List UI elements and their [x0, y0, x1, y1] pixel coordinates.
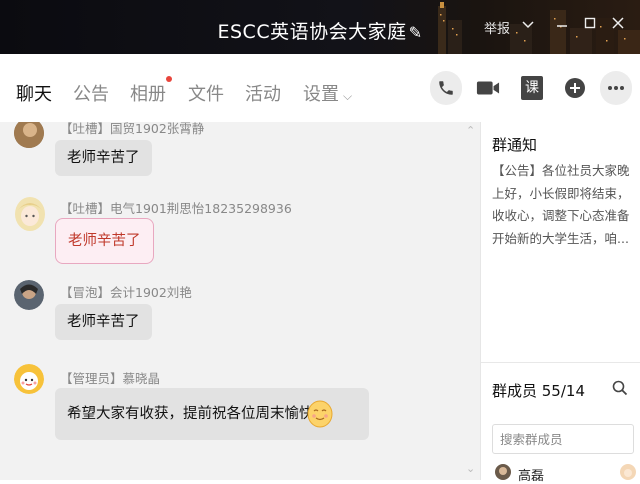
add-button[interactable] — [559, 71, 591, 105]
member-list-item[interactable]: 高磊 — [492, 462, 640, 484]
chevron-down-icon[interactable] — [518, 14, 538, 33]
lesson-label: 课 — [521, 76, 543, 100]
title-bar: ESCC英语协会大家庭 ✎ 举报 — [0, 0, 640, 54]
lesson-button[interactable]: 课 — [516, 71, 548, 105]
message-sender[interactable]: 【冒泡】会计1902刘艳 — [60, 282, 192, 301]
message-sender[interactable]: 【管理员】慕晓晶 — [60, 368, 160, 387]
tab-bar: 聊天 公告 相册 文件 活动 设置 ⌵ 课 — [0, 54, 640, 122]
avatar[interactable] — [14, 280, 44, 310]
tab-files[interactable]: 文件 — [188, 80, 224, 106]
side-panel: 群通知 【公告】各位社员大家晚上好，小长假即将结束，收收心，调整下心态准备开始新… — [480, 122, 640, 484]
message-bubble[interactable]: 老师辛苦了 — [55, 218, 154, 264]
report-button[interactable]: 举报 — [484, 18, 510, 37]
new-badge — [166, 76, 172, 82]
chat-message-list[interactable]: ⌃ 【吐槽】国贸1902张霄静 老师辛苦了 【吐槽】电气1901荆思怡18235… — [0, 122, 480, 480]
tab-settings[interactable]: 设置 ⌵ — [303, 80, 352, 106]
notice-tag: 【公告】 — [492, 163, 543, 178]
tab-settings-label: 设置 — [303, 84, 339, 105]
minimize-icon[interactable] — [552, 14, 572, 33]
group-notice[interactable]: 【公告】各位社员大家晚上好，小长假即将结束，收收心，调整下心态准备开始新的大学生… — [492, 160, 632, 250]
tab-activities[interactable]: 活动 — [245, 80, 281, 106]
phone-icon — [439, 81, 453, 95]
member-name: 高磊 — [518, 469, 545, 484]
members-count: 群成员 55/14 — [492, 382, 585, 400]
message-bubble[interactable]: 老师辛苦了 — [55, 140, 152, 176]
tab-album[interactable]: 相册 — [130, 76, 172, 106]
maximize-icon[interactable] — [580, 14, 600, 33]
tab-chat[interactable]: 聊天 — [16, 80, 52, 106]
plus-icon — [565, 78, 585, 98]
group-name: ESCC英语协会大家庭 — [217, 21, 407, 43]
tab-album-label: 相册 — [130, 84, 166, 105]
voice-call-button[interactable] — [430, 71, 462, 105]
more-button[interactable] — [600, 71, 632, 105]
message-text: 希望大家有收获，提前祝各位周末愉快! — [67, 406, 320, 422]
message-bubble[interactable]: 希望大家有收获，提前祝各位周末愉快! — [55, 388, 370, 440]
pen-icon: ✎ — [408, 23, 423, 42]
tab-announcement[interactable]: 公告 — [73, 80, 109, 106]
avatar[interactable] — [14, 364, 44, 394]
search-icon[interactable] — [612, 380, 628, 396]
close-icon[interactable] — [608, 14, 628, 33]
more-icon — [608, 86, 624, 90]
smile-emoji-icon — [307, 400, 333, 428]
avatar — [495, 464, 511, 480]
divider — [481, 362, 640, 363]
video-call-button[interactable] — [472, 71, 504, 105]
collapse-down-icon[interactable]: ⌄ — [466, 462, 475, 475]
avatar — [620, 464, 636, 480]
avatar[interactable] — [14, 122, 44, 148]
message-bubble[interactable]: 老师辛苦了 — [55, 304, 152, 340]
member-search-input[interactable] — [492, 424, 634, 454]
message-sender[interactable]: 【吐槽】电气1901荆思怡18235298936 — [60, 198, 292, 217]
group-notice-title[interactable]: 群通知 — [492, 134, 537, 155]
video-call-icon — [476, 81, 500, 95]
collapse-up-icon[interactable]: ⌃ — [466, 124, 475, 137]
avatar[interactable] — [14, 196, 46, 232]
window-title: ESCC英语协会大家庭 ✎ — [0, 17, 640, 44]
message-sender[interactable]: 【吐槽】国贸1902张霄静 — [60, 122, 204, 137]
chevron-down-icon: ⌵ — [343, 89, 353, 103]
